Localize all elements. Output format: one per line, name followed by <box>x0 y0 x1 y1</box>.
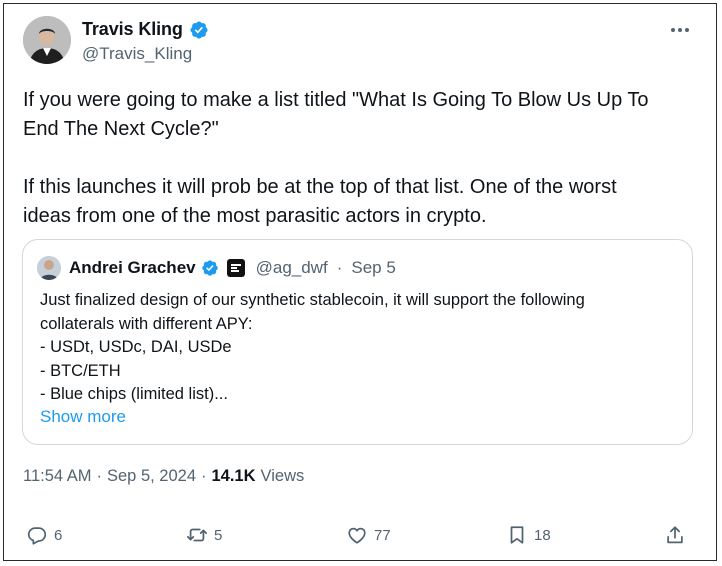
meta-separator: · <box>201 467 207 485</box>
like-button[interactable]: 77 <box>346 524 391 546</box>
quoted-text-line: - USDt, USDc, DAI, USDe <box>40 338 232 357</box>
affiliate-badge-icon <box>226 259 245 277</box>
views-label: Views <box>260 467 305 485</box>
quoted-text-line: - BTC/ETH <box>40 361 121 380</box>
reply-count: 6 <box>54 526 63 544</box>
bookmark-button[interactable]: 18 <box>506 524 551 546</box>
tweet-time[interactable]: 11:54 AM <box>23 467 92 486</box>
quoted-text-line: - Blue chips (limited list)... <box>40 385 228 404</box>
bookmark-icon <box>510 526 524 544</box>
reply-button[interactable]: 6 <box>26 524 62 546</box>
repost-count: 5 <box>214 526 223 544</box>
repost-icon <box>186 528 208 542</box>
quoted-author-avatar <box>37 256 61 280</box>
tweet-meta: 11:54 AM · Sep 5, 2024 · 14.1K Views <box>23 467 304 486</box>
quoted-display-name: Andrei Grachev <box>69 258 196 277</box>
quoted-verified-badge-icon <box>201 260 218 276</box>
tweet-date[interactable]: Sep 5, 2024 <box>107 467 196 486</box>
author-name-row: Travis Kling <box>82 19 209 40</box>
share-button[interactable] <box>664 524 686 546</box>
show-more-link[interactable]: Show more <box>40 407 126 427</box>
tweet-text: If you were going to make a list titled … <box>23 89 649 227</box>
tweet-card: Travis Kling @Travis_Kling If you were g… <box>3 3 717 561</box>
quoted-date: Sep 5 <box>351 258 396 277</box>
reply-icon <box>27 527 47 545</box>
author-display-name[interactable]: Travis Kling <box>82 19 183 40</box>
author-avatar[interactable] <box>23 16 71 64</box>
action-bar: 6 5 77 18 <box>4 524 718 554</box>
repost-button[interactable]: 5 <box>186 524 222 546</box>
quoted-separator: · <box>336 258 343 277</box>
heart-icon <box>348 527 366 544</box>
more-options-button[interactable] <box>668 18 692 42</box>
views-count: 14.1K <box>211 467 256 485</box>
author-handle[interactable]: @Travis_Kling <box>82 44 192 64</box>
quoted-header: Andrei Grachev @ag_dwf · Sep 5 <box>37 256 396 280</box>
quoted-handle: @ag_dwf <box>255 258 328 277</box>
share-icon <box>667 526 683 544</box>
quoted-tweet[interactable]: Andrei Grachev @ag_dwf · Sep 5 Just fina… <box>22 239 693 445</box>
more-dots-icon <box>671 28 689 32</box>
verified-badge-icon <box>190 20 208 39</box>
quoted-text-line: Just finalized design of our synthetic s… <box>40 291 585 309</box>
meta-separator: · <box>96 467 103 485</box>
quoted-text-line: collaterals with different APY: <box>40 314 253 333</box>
like-count: 77 <box>374 526 391 544</box>
bookmark-count: 18 <box>534 526 551 544</box>
quoted-text: Just finalized design of our synthetic s… <box>40 289 680 407</box>
